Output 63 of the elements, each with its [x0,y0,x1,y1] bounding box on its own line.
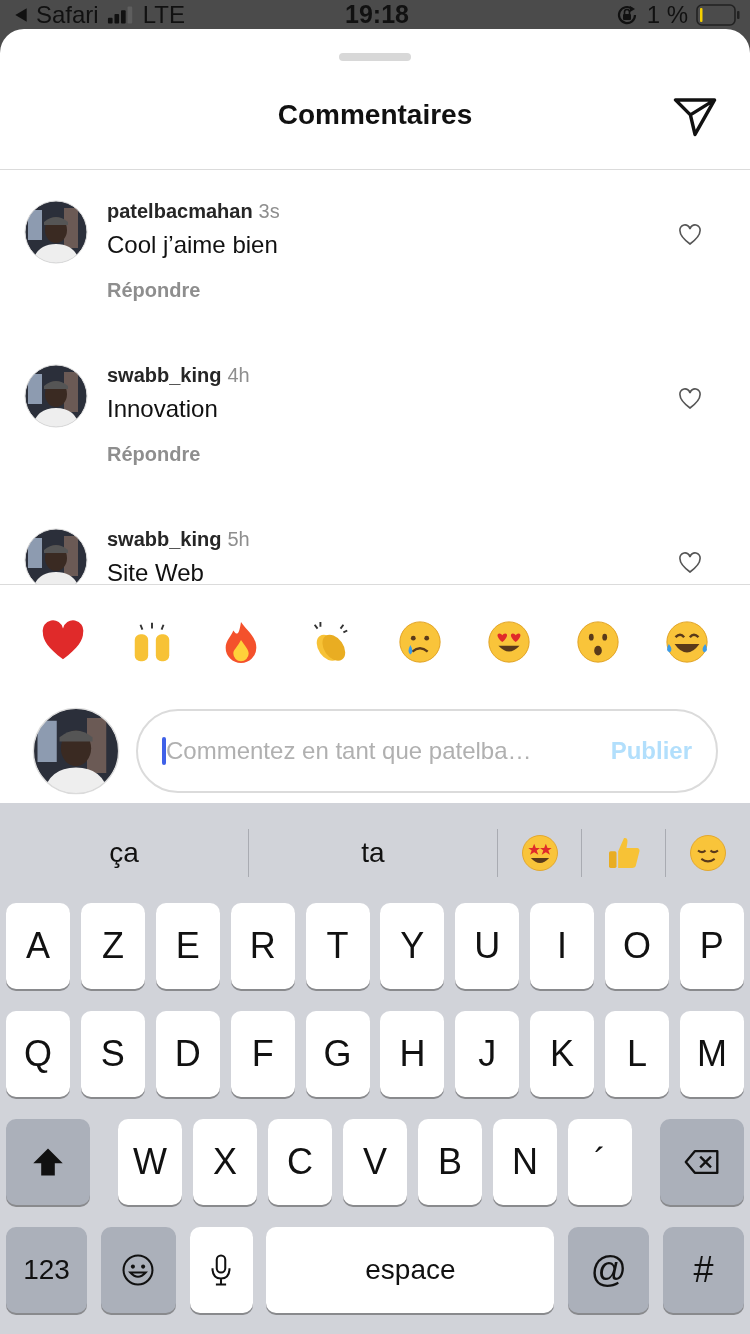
key[interactable]: Z [80,903,145,989]
comment-time: 5h [227,528,250,551]
key[interactable]: S [80,1011,145,1097]
key[interactable]: K [530,1011,595,1097]
key[interactable]: F [230,1011,295,1097]
key[interactable]: @ [568,1227,650,1313]
key[interactable]: I [530,903,595,989]
key[interactable]: B [418,1119,482,1205]
emoji-key[interactable] [100,1227,176,1313]
laughing-face-icon[interactable] [664,619,710,665]
username[interactable]: swabb_king [107,528,222,551]
key[interactable]: ´ [568,1119,632,1205]
comment-text: Cool j’aime bien [107,231,279,259]
suggestion[interactable]: ça [0,837,248,869]
key[interactable]: U [455,903,520,989]
key[interactable]: C [268,1119,332,1205]
comment-time: 4h [227,364,250,387]
signal-icon [106,4,135,25]
key[interactable]: # [663,1227,744,1313]
key[interactable]: O [605,903,669,989]
key[interactable]: H [380,1011,445,1097]
heart-icon[interactable] [678,388,702,410]
comment-text: Innovation [107,395,219,423]
network-label: LTE [142,0,185,29]
username[interactable]: patelbacmahan [107,200,253,223]
key[interactable]: Q [6,1011,70,1097]
key[interactable]: D [155,1011,220,1097]
heart-eyes-face-icon[interactable] [485,619,532,665]
key[interactable]: J [455,1011,520,1097]
surprised-face-icon[interactable] [574,619,621,665]
key[interactable]: Y [380,903,445,989]
clock-time: 19:18 [345,0,409,29]
key[interactable]: T [305,903,370,989]
key[interactable]: V [343,1119,407,1205]
key[interactable]: R [230,903,295,989]
key[interactable]: N [493,1119,557,1205]
text-cursor [162,737,166,765]
sheet-handle[interactable] [339,53,411,61]
space-key[interactable]: espace [266,1227,555,1313]
key[interactable]: X [193,1119,257,1205]
smiling-face-icon[interactable] [687,833,728,873]
numbers-key[interactable]: 123 [6,1227,87,1313]
key[interactable]: P [679,903,744,989]
key[interactable]: G [305,1011,370,1097]
comment-time: 3s [258,200,280,223]
username[interactable]: swabb_king [107,364,222,387]
shift-key[interactable] [6,1119,90,1205]
key[interactable]: A [6,903,70,989]
sheet-title: Commentaires [277,99,473,131]
microphone-key[interactable] [189,1227,253,1313]
crying-face-icon[interactable] [396,619,443,665]
key[interactable]: L [605,1011,669,1097]
key[interactable]: M [679,1011,744,1097]
key[interactable]: W [118,1119,182,1205]
heart-icon[interactable] [678,224,702,246]
key[interactable]: E [155,903,220,989]
star-eyes-face-icon[interactable] [519,833,560,873]
battery-icon [696,3,740,26]
backspace-key[interactable] [660,1119,744,1205]
comment-text: Site Web [107,559,205,584]
battery-percent: 1 % [646,0,688,29]
suggestion[interactable]: ta [249,837,497,869]
heart-icon[interactable] [678,552,702,574]
